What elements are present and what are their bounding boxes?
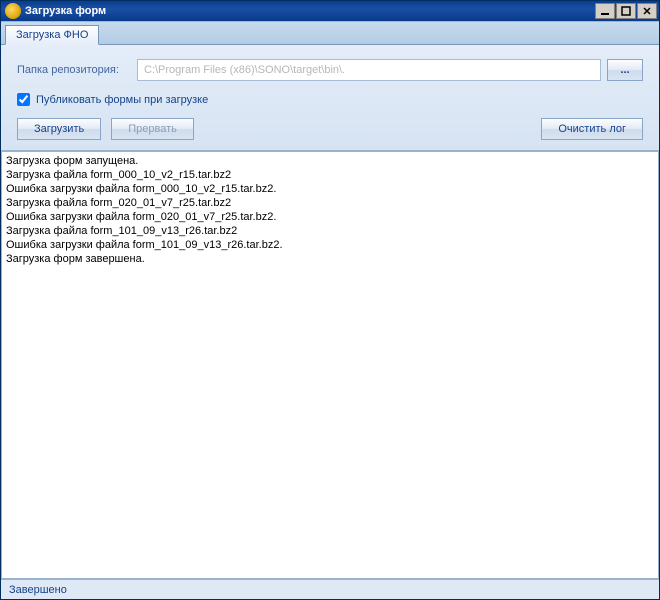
repo-label: Папка репозитория: [17, 64, 137, 76]
publish-row: Публиковать формы при загрузке [17, 93, 643, 106]
window-controls [594, 3, 657, 19]
window-body: Загрузка ФНО Папка репозитория: ... Публ… [1, 21, 659, 599]
app-window: Загрузка форм Загрузка ФНО Папка репозит… [0, 0, 660, 600]
publish-checkbox[interactable] [17, 93, 30, 106]
status-text: Завершено [9, 584, 67, 596]
app-icon [5, 3, 21, 19]
publish-label: Публиковать формы при загрузке [36, 94, 208, 106]
minimize-button[interactable] [595, 3, 615, 19]
repo-row: Папка репозитория: ... [17, 59, 643, 81]
status-bar: Завершено [1, 579, 659, 599]
tab-load-fno[interactable]: Загрузка ФНО [5, 25, 99, 45]
titlebar: Загрузка форм [1, 1, 659, 21]
clear-log-button[interactable]: Очистить лог [541, 118, 643, 140]
browse-button[interactable]: ... [607, 59, 643, 81]
load-button[interactable]: Загрузить [17, 118, 101, 140]
window-title: Загрузка форм [25, 5, 594, 17]
button-row: Загрузить Прервать Очистить лог [17, 118, 643, 140]
maximize-button[interactable] [616, 3, 636, 19]
repo-path-input[interactable] [137, 59, 601, 81]
controls-panel: Папка репозитория: ... Публиковать формы… [1, 45, 659, 151]
tab-bar: Загрузка ФНО [1, 22, 659, 45]
log-output[interactable]: Загрузка форм запущена. Загрузка файла f… [1, 151, 659, 579]
close-button[interactable] [637, 3, 657, 19]
abort-button: Прервать [111, 118, 194, 140]
